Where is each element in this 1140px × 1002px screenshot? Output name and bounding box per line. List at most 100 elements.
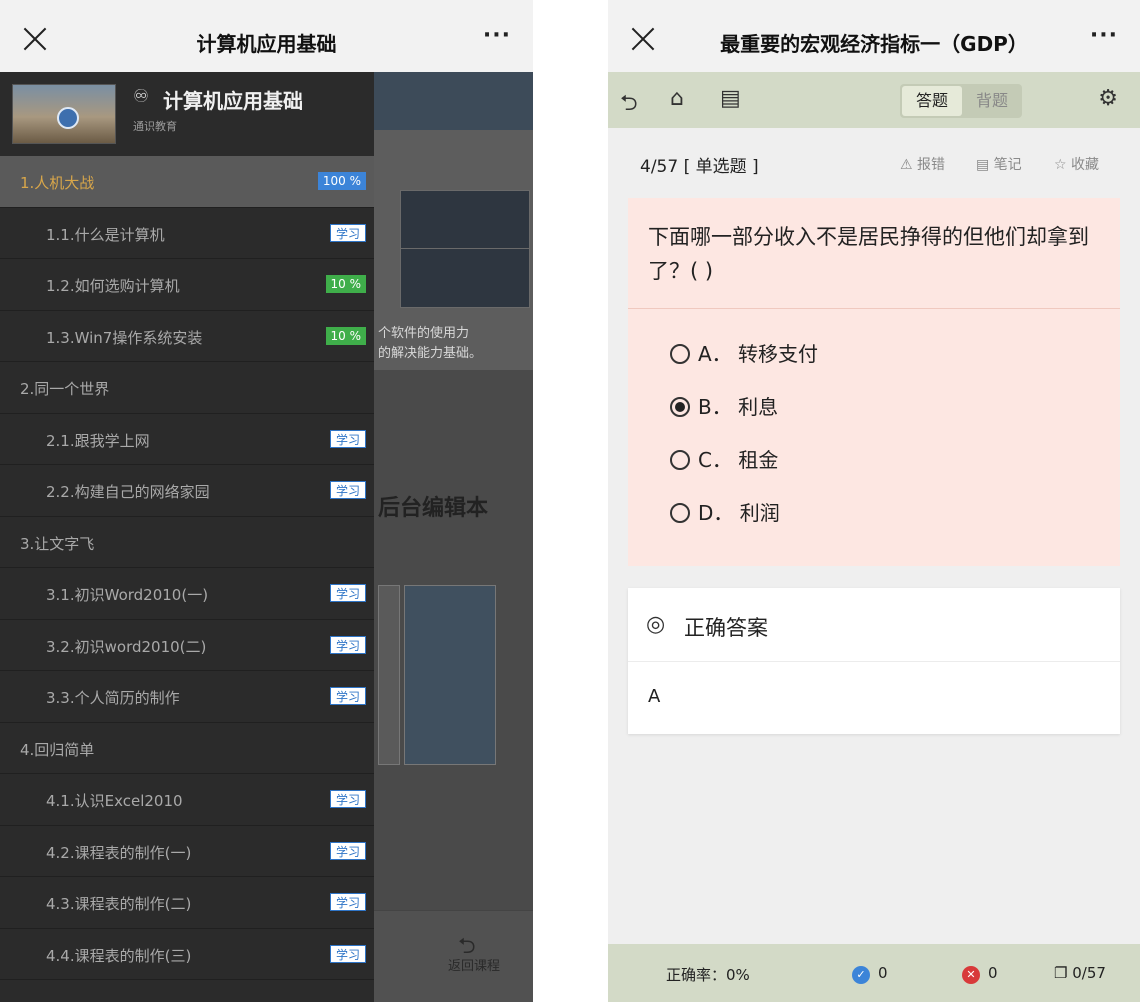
check-icon: ✓ xyxy=(852,966,870,984)
favorite-button[interactable]: ☆ 收藏 xyxy=(1054,154,1099,174)
course-screen: 计算机应用基础 ··· 个软件的使用力 的解决能力基础。 后台编辑本 ⮌ 返回课… xyxy=(0,0,533,1002)
progress-badge: 100 % xyxy=(317,172,366,190)
radio-button[interactable] xyxy=(670,450,690,470)
close-icon[interactable] xyxy=(22,26,48,52)
course-header: ♾ 计算机应用基础 通识教育 xyxy=(0,72,374,156)
lesson-item[interactable]: 2.1.跟我学上网 学习 xyxy=(0,414,374,465)
lesson-item[interactable]: 3.1.初识Word2010(一) 学习 xyxy=(0,568,374,620)
learn-badge: 学习 xyxy=(329,687,366,705)
lesson-item[interactable]: 1.1.什么是计算机 学习 xyxy=(0,208,374,259)
item-label: 2.1.跟我学上网 xyxy=(46,431,150,450)
item-label: 2.2.构建自己的网络家园 xyxy=(46,483,210,501)
option-label: C． 租金 xyxy=(698,448,779,472)
intro-text: 个软件的使用力 xyxy=(378,326,470,341)
wrong-count: ✕ 0 xyxy=(962,964,998,984)
report-button[interactable]: ⚠ 报错 xyxy=(900,154,945,174)
item-label: 3.3.个人简历的制作 xyxy=(46,689,180,707)
answer-option[interactable]: D． 利润 xyxy=(670,497,780,526)
item-label: 1.1.什么是计算机 xyxy=(46,225,165,244)
accuracy-text: 正确率：0% xyxy=(666,966,750,984)
item-label: 4.3.课程表的制作(二) xyxy=(46,895,192,913)
section-heading: 后台编辑本 xyxy=(378,496,489,521)
bottom-bar: ⮌ 返回课程 xyxy=(374,910,533,1002)
radio-button[interactable] xyxy=(670,397,690,417)
mode-recite-tab[interactable]: 背题 xyxy=(964,86,1020,116)
learn-badge: 学习 xyxy=(329,429,366,448)
back-icon[interactable]: ⮌ xyxy=(620,86,638,124)
card-list-icon: ❐ xyxy=(1054,964,1068,982)
lesson-item[interactable]: 4.1.认识Excel2010 学习 xyxy=(0,774,374,826)
course-title: 计算机应用基础 xyxy=(163,89,303,113)
course-subtitle: 通识教育 xyxy=(133,120,177,133)
item-label: 4.2.课程表的制作(一) xyxy=(46,843,192,862)
answer-title: 正确答案 xyxy=(684,616,768,640)
nav-bar: 计算机应用基础 ··· xyxy=(0,0,533,72)
back-to-course-button[interactable]: 返回课程 xyxy=(448,955,500,974)
answer-option[interactable]: A． 转移支付 xyxy=(670,338,818,367)
gear-icon[interactable]: ⚙ xyxy=(1098,86,1118,111)
lesson-item[interactable]: 1.3.Win7操作系统安装 10 % xyxy=(0,311,374,362)
intro-text: 的解决能力基础。 xyxy=(378,346,483,361)
lesson-item[interactable]: 3.2.初识word2010(二) 学习 xyxy=(0,620,374,671)
quiz-screen: 最重要的宏观经济指标一（GDP） ··· ⮌ ⌂ ▤ 答题 背题 ⚙ 4/57 … xyxy=(608,0,1140,1002)
quiz-footer: 正确率：0% ✓ 0 ✕ 0 ❐ 0/57 xyxy=(608,944,1140,1002)
cross-icon: ✕ xyxy=(962,966,980,984)
chapter-item[interactable]: 2.同一个世界 xyxy=(0,362,374,414)
nav-bar: 最重要的宏观经济指标一（GDP） ··· xyxy=(608,0,1140,72)
page-title: 计算机应用基础 xyxy=(196,32,337,56)
lesson-item[interactable]: 4.4.课程表的制作(三) 学习 xyxy=(0,929,374,980)
lesson-item[interactable]: 1.2.如何选购计算机 10 % xyxy=(0,259,374,311)
divider xyxy=(628,308,1120,309)
progress-badge: 10 % xyxy=(325,275,366,293)
item-label: 3.1.初识Word2010(一) xyxy=(46,586,209,604)
target-icon: ◎ xyxy=(646,612,666,637)
item-label: 3.2.初识word2010(二) xyxy=(46,637,207,656)
radio-button[interactable] xyxy=(670,344,690,364)
mode-switch[interactable]: 答题 背题 xyxy=(900,84,1022,118)
learn-badge: 学习 xyxy=(329,944,366,963)
course-icon: ♾ xyxy=(133,86,150,107)
answer-option[interactable]: B． 利息 xyxy=(670,391,778,420)
correct-count: ✓ 0 xyxy=(852,964,888,984)
page-title: 最重要的宏观经济指标一（GDP） xyxy=(720,32,1028,56)
preview-image xyxy=(378,585,400,765)
question-card: 下面哪一部分收入不是居民挣得的但他们却拿到了？( ) A． 转移支付 B． 利息 C… xyxy=(628,198,1120,566)
screenshot-image xyxy=(400,190,530,250)
close-icon[interactable] xyxy=(630,26,656,52)
lesson-item[interactable]: 2.2.构建自己的网络家园 学习 xyxy=(0,465,374,517)
learn-badge: 学习 xyxy=(329,223,366,242)
screenshot-image xyxy=(400,248,530,308)
chapter-drawer: ♾ 计算机应用基础 通识教育 1.人机大战 100 % 1.1.什么是计算机 学习 1.… xyxy=(0,72,374,1002)
lesson-item[interactable]: 3.3.个人简历的制作 学习 xyxy=(0,671,374,723)
answer-header: ◎ 正确答案 xyxy=(628,588,1120,662)
mode-answer-tab[interactable]: 答题 xyxy=(902,86,962,116)
lesson-item[interactable]: 4.2.课程表的制作(一) 学习 xyxy=(0,826,374,877)
home-icon[interactable]: ⌂ xyxy=(670,86,684,111)
learn-badge: 学习 xyxy=(329,635,366,654)
item-label: 1.人机大战 xyxy=(20,174,95,192)
book-icon[interactable]: ▤ xyxy=(720,86,741,111)
progress-button[interactable]: ❐ 0/57 xyxy=(1054,964,1106,982)
item-label: 3.让文字飞 xyxy=(20,534,95,553)
item-label: 2.同一个世界 xyxy=(20,380,110,398)
item-label: 4.4.课程表的制作(三) xyxy=(46,946,192,965)
option-label: D． 利润 xyxy=(698,501,780,525)
more-icon[interactable]: ··· xyxy=(1090,25,1118,47)
chapter-item[interactable]: 3.让文字飞 xyxy=(0,517,374,568)
answer-option[interactable]: C． 租金 xyxy=(670,444,778,473)
learn-badge: 学习 xyxy=(329,841,366,860)
banner-image xyxy=(374,72,533,130)
answer-card: ◎ 正确答案 A xyxy=(628,588,1120,734)
item-label: 4.回归简单 xyxy=(20,740,95,759)
chapter-item[interactable]: 1.人机大战 100 % xyxy=(0,156,374,208)
chapter-item[interactable]: 4.回归简单 xyxy=(0,723,374,774)
learn-badge: 学习 xyxy=(329,893,366,911)
learn-badge: 学习 xyxy=(329,790,366,808)
more-icon[interactable]: ··· xyxy=(483,25,511,47)
radio-button[interactable] xyxy=(670,503,690,523)
lesson-item[interactable]: 4.3.课程表的制作(二) 学习 xyxy=(0,877,374,929)
preview-image xyxy=(404,585,496,765)
note-button[interactable]: ▤ 笔记 xyxy=(976,154,1022,174)
learn-badge: 学习 xyxy=(329,481,366,499)
item-label: 1.2.如何选购计算机 xyxy=(46,277,180,295)
